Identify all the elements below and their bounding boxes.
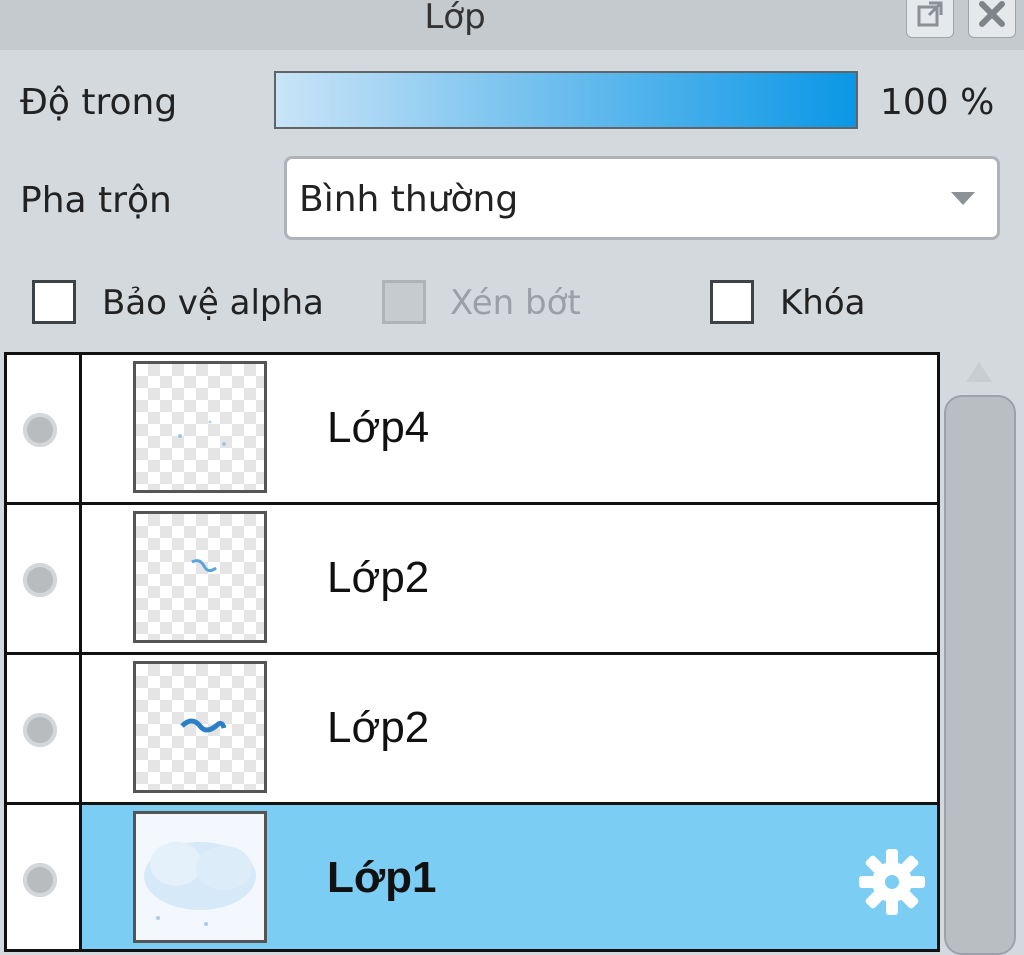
close-panel-button[interactable]	[968, 0, 1016, 38]
clipping-label: Xén bớt	[450, 283, 581, 323]
close-icon	[979, 1, 1005, 27]
gear-icon[interactable]	[857, 847, 927, 917]
visibility-column	[7, 355, 82, 502]
layer-thumbnail	[133, 511, 267, 643]
layer-list: Lớp4 Lớp2 Lớp2 Lớp1	[4, 352, 940, 952]
opacity-value: 100 %	[880, 82, 995, 123]
layer-name: Lớp2	[327, 703, 430, 752]
visibility-toggle[interactable]	[23, 413, 57, 447]
blend-mode-label: Pha trộn	[20, 180, 172, 221]
panel-title-bar: Lớp	[0, 0, 1024, 50]
protect-alpha-checkbox[interactable]	[32, 280, 76, 324]
layer-row[interactable]: Lớp2	[7, 505, 937, 655]
layer-name: Lớp1	[327, 853, 437, 902]
opacity-slider[interactable]	[274, 71, 858, 129]
opacity-label: Độ trong	[20, 82, 178, 123]
visibility-column	[7, 805, 82, 949]
layer-thumbnail	[133, 661, 267, 793]
layer-name: Lớp2	[327, 553, 430, 602]
visibility-toggle[interactable]	[23, 713, 57, 747]
layer-row[interactable]: Lớp4	[7, 355, 937, 505]
layer-row[interactable]: Lớp2	[7, 655, 937, 805]
visibility-toggle[interactable]	[23, 863, 57, 897]
panel-title: Lớp	[424, 0, 486, 37]
visibility-toggle[interactable]	[23, 563, 57, 597]
layer-thumbnail	[133, 811, 267, 943]
visibility-column	[7, 655, 82, 802]
scrollbar-thumb[interactable]	[944, 395, 1016, 955]
scroll-up-arrow[interactable]	[966, 362, 992, 382]
layer-row-selected[interactable]: Lớp1	[7, 805, 937, 949]
chevron-down-icon	[951, 192, 975, 205]
clipping-checkbox[interactable]	[382, 280, 426, 324]
layer-thumbnail	[133, 361, 267, 493]
visibility-column	[7, 505, 82, 652]
popout-icon	[917, 1, 943, 27]
protect-alpha-label: Bảo vệ alpha	[102, 283, 324, 323]
layer-name: Lớp4	[327, 403, 430, 452]
blend-mode-value: Bình thường	[299, 179, 519, 220]
lock-label: Khóa	[780, 283, 866, 323]
blend-mode-select[interactable]: Bình thường	[284, 156, 1000, 240]
lock-checkbox[interactable]	[710, 280, 754, 324]
float-panel-button[interactable]	[906, 0, 954, 38]
